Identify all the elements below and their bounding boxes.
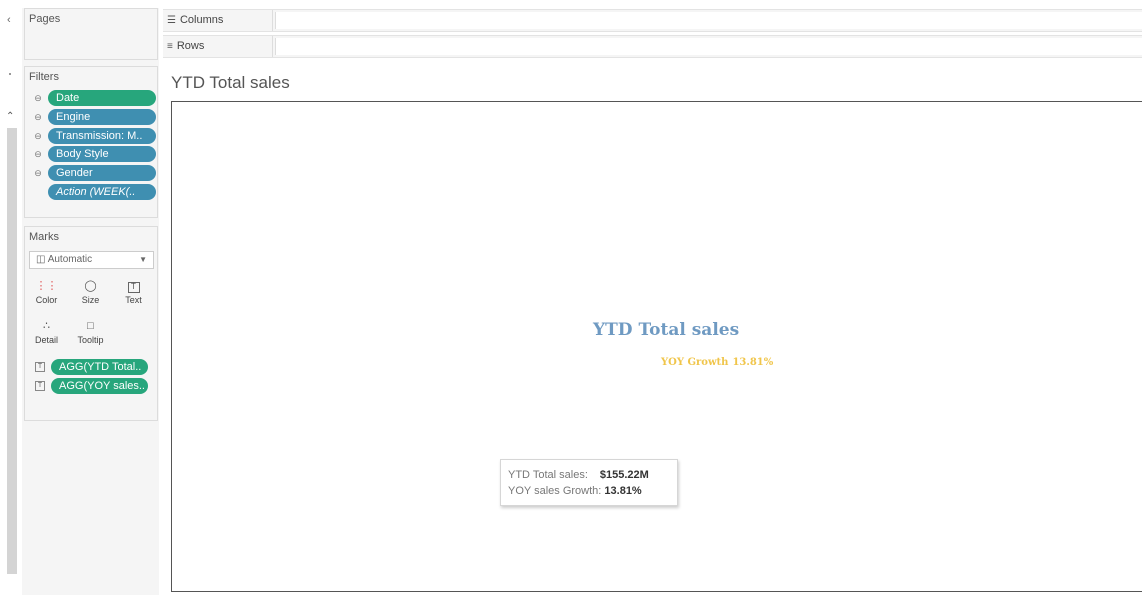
detail-label: Detail [34,335,58,345]
mark-pill-ytd-total[interactable]: AGG(YTD Total.. [51,359,148,375]
pages-card[interactable]: Pages [24,8,158,60]
filter-row-transmission[interactable]: ⊖ Transmission: M.. [33,128,156,144]
mark-pill-yoy-sales[interactable]: AGG(YOY sales.. [51,378,148,394]
filter-pill-date[interactable]: Date [48,90,156,106]
color-button[interactable]: ⋮⋮ Color [31,275,62,309]
filter-pill-engine[interactable]: Engine [48,109,156,125]
collapse-sidebar-icon[interactable]: ‹ [7,14,11,26]
filter-row-body-style[interactable]: ⊖ Body Style [33,146,156,162]
kpi-growth[interactable]: YOY Growth 13.81% [661,357,773,368]
rows-drop-area[interactable] [275,38,1142,55]
tooltip-button[interactable]: □ Tooltip [75,315,106,349]
mark-field-yoy[interactable]: T AGG(YOY sales.. [35,378,148,394]
filters-title: Filters [29,71,59,83]
size-button[interactable]: ◯ Size [75,275,106,309]
detail-icon: ∴ [43,320,50,332]
text-icon: T [118,277,149,295]
dot-marker [9,73,11,75]
filter-row-date[interactable]: ⊖ Date [33,90,156,106]
text-field-icon: T [35,381,45,391]
columns-label-text: Columns [179,14,224,26]
mark-type-dropdown[interactable]: ◫ Automatic ▼ [29,251,154,269]
mark-type-icon: ◫ [36,254,48,265]
tooltip-yoy-label: YOY sales Growth: [508,485,602,497]
filter-collapse-icon[interactable]: ⊖ [33,93,43,104]
columns-shelf-label: ☰ Columns [167,10,273,31]
color-label: Color [35,295,58,305]
rows-shelf[interactable]: ≡ Rows [163,35,1142,58]
filter-collapse-icon[interactable]: ⊖ [33,112,43,123]
tooltip-icon: □ [87,320,94,332]
text-label: Text [125,295,142,305]
filter-row-gender[interactable]: ⊖ Gender [33,165,156,181]
chevron-down-icon[interactable]: ▼ [139,252,147,268]
tooltip-label: Tooltip [77,335,104,345]
filters-card[interactable]: Filters ⊖ Date ⊖ Engine ⊖ Transmission: … [24,66,158,218]
filter-pill-transmission[interactable]: Transmission: M.. [48,128,156,144]
marks-title: Marks [29,231,59,243]
view-canvas[interactable] [171,101,1142,592]
view-title: YTD Total sales [171,73,290,92]
filter-collapse-icon[interactable]: ⊖ [33,168,43,179]
text-field-icon: T [35,362,45,372]
filter-pill-action[interactable]: Action (WEEK(.. [48,184,156,200]
filter-pill-gender[interactable]: Gender [48,165,156,181]
left-shelf-column: Pages Filters ⊖ Date ⊖ Engine ⊖ Transmis… [22,8,159,595]
scroll-up-icon[interactable]: ⌃ [6,111,14,122]
filter-pill-body-style[interactable]: Body Style [48,146,156,162]
tooltip-ytd-value: $155.22M [599,469,649,481]
tooltip-yoy-value: 13.81% [604,485,642,497]
mark-field-ytd[interactable]: T AGG(YTD Total.. [35,359,148,375]
tooltip-row-yoy: YOY sales Growth: 13.81% [508,483,677,499]
kpi-growth-label: YOY Growth [661,357,729,368]
kpi-title[interactable]: YTD Total sales [593,320,739,340]
left-gutter: ‹ ⌃ [0,0,22,595]
text-button[interactable]: T Text [118,275,149,309]
filter-collapse-icon[interactable]: ⊖ [33,149,43,160]
filter-row-action[interactable]: Action (WEEK(.. [33,184,156,200]
filter-row-engine[interactable]: ⊖ Engine [33,109,156,125]
kpi-growth-value: 13.81% [732,357,774,368]
marks-card: Marks ◫ Automatic ▼ ⋮⋮ Color ◯ Size T Te… [24,226,158,421]
size-label: Size [81,295,100,305]
tooltip-ytd-label: YTD Total sales: [508,469,588,481]
rows-shelf-label: ≡ Rows [167,36,273,57]
tooltip-popup: YTD Total sales: $155.22M YOY sales Growt… [500,459,678,506]
columns-drop-area[interactable] [275,12,1142,29]
pages-title: Pages [29,13,61,25]
color-icon: ⋮⋮ [35,280,58,292]
columns-icon: ☰ [167,15,176,26]
filter-collapse-icon[interactable]: ⊖ [33,131,43,142]
mark-type-value: Automatic [47,254,93,265]
rows-icon: ≡ [167,41,173,52]
tooltip-row-ytd: YTD Total sales: $155.22M [508,467,677,483]
vertical-scrollbar[interactable] [7,128,17,574]
rows-label-text: Rows [176,40,205,52]
columns-shelf[interactable]: ☰ Columns [163,9,1142,32]
detail-button[interactable]: ∴ Detail [31,315,62,349]
size-icon: ◯ [84,280,97,292]
